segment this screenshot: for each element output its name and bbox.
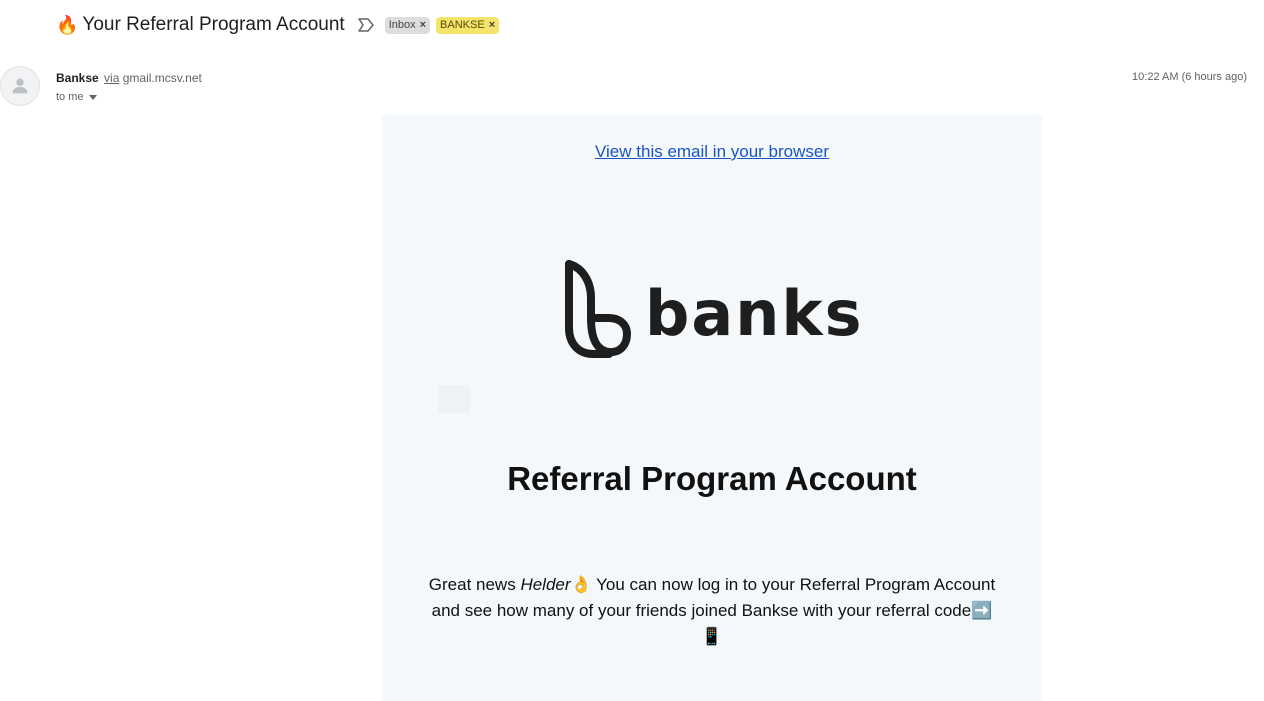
ok-hand-emoji-icon: 👌: [570, 575, 592, 594]
message-timestamp: 10:22 AM (6 hours ago): [1132, 71, 1247, 83]
caret-down-icon[interactable]: [88, 94, 97, 100]
sender-name[interactable]: Bankse: [56, 71, 99, 85]
label-name: BANKSE: [440, 19, 485, 31]
remove-label-icon[interactable]: ×: [489, 19, 495, 31]
sender-avatar[interactable]: [0, 66, 40, 106]
view-in-browser-link[interactable]: View this email in your browser: [382, 142, 1042, 162]
label-name: Inbox: [388, 19, 416, 31]
label-chip-inbox[interactable]: Inbox ×: [384, 16, 431, 34]
email-subject: Your Referral Program Account: [82, 14, 345, 35]
remove-label-icon[interactable]: ×: [420, 19, 426, 31]
logo-wordmark: bankse: [645, 277, 860, 350]
email-headline: Referral Program Account: [507, 460, 917, 497]
recipient-details[interactable]: to me: [56, 91, 97, 103]
person-icon: [12, 78, 28, 94]
recipient-name: Helder: [520, 575, 571, 594]
important-marker-icon[interactable]: [357, 17, 375, 33]
label-chip-bankse[interactable]: BANKSE ×: [436, 16, 500, 34]
fire-emoji-icon: 🔥: [56, 15, 79, 35]
via-link[interactable]: via: [104, 71, 119, 85]
recipient-label: to me: [56, 91, 84, 103]
email-body: View this email in your browser bankse R…: [382, 115, 1042, 701]
image-placeholder: [438, 385, 470, 413]
sender-line: Bankse via gmail.mcsv.net: [56, 71, 202, 85]
via-domain: gmail.mcsv.net: [122, 71, 202, 85]
email-paragraph: Great news Helder👌 You can now log in to…: [422, 572, 1002, 650]
subject-row: 🔥 Your Referral Program Account Inbox × …: [56, 12, 500, 38]
paragraph-start: Great news: [428, 575, 521, 594]
bankse-logo: bankse: [565, 260, 860, 358]
